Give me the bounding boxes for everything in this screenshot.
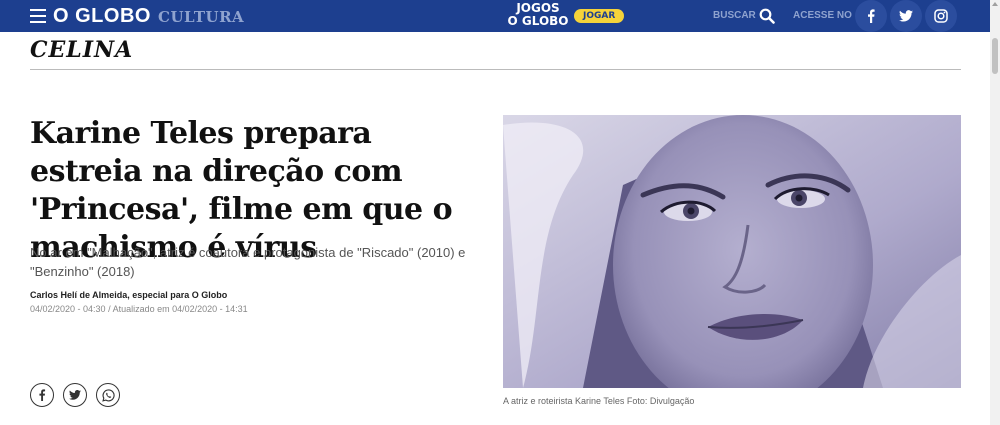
search-icon[interactable] <box>759 8 775 24</box>
site-logo[interactable]: O GLOBO <box>53 5 151 28</box>
facebook-icon[interactable] <box>855 0 887 32</box>
menu-icon[interactable] <box>30 9 46 23</box>
scroll-up-icon[interactable] <box>992 2 998 6</box>
access-label: ACESSE NO <box>793 10 852 21</box>
share-twitter-icon[interactable] <box>63 383 87 407</box>
column-logo[interactable]: CELINA <box>30 37 133 63</box>
page-scrollbar[interactable] <box>990 0 1000 425</box>
games-logo-line2: O GLOBO <box>507 14 569 28</box>
scrollbar-thumb[interactable] <box>992 38 998 74</box>
article-photo[interactable] <box>503 115 961 388</box>
top-navigation-bar: O GLOBO CULTURA JOGOS O GLOBO JOGAR BUSC… <box>0 0 990 32</box>
instagram-icon[interactable] <box>925 0 957 32</box>
article-dates: 04/02/2020 - 04:30 / Atualizado em 04/02… <box>30 304 248 314</box>
divider <box>30 69 961 70</box>
section-label[interactable]: CULTURA <box>158 8 244 26</box>
twitter-icon[interactable] <box>890 0 922 32</box>
article-subtitle: No ar em "Malhação", atriz é coautora e … <box>30 245 466 279</box>
search-label[interactable]: BUSCAR <box>713 10 756 21</box>
games-logo[interactable]: JOGOS O GLOBO <box>505 2 571 28</box>
play-button[interactable]: JOGAR <box>574 9 625 23</box>
article-author: Carlos Helí de Almeida, especial para O … <box>30 290 228 300</box>
share-whatsapp-icon[interactable] <box>96 383 120 407</box>
share-facebook-icon[interactable] <box>30 383 54 407</box>
photo-caption: A atriz e roteirista Karine Teles Foto: … <box>503 396 695 406</box>
